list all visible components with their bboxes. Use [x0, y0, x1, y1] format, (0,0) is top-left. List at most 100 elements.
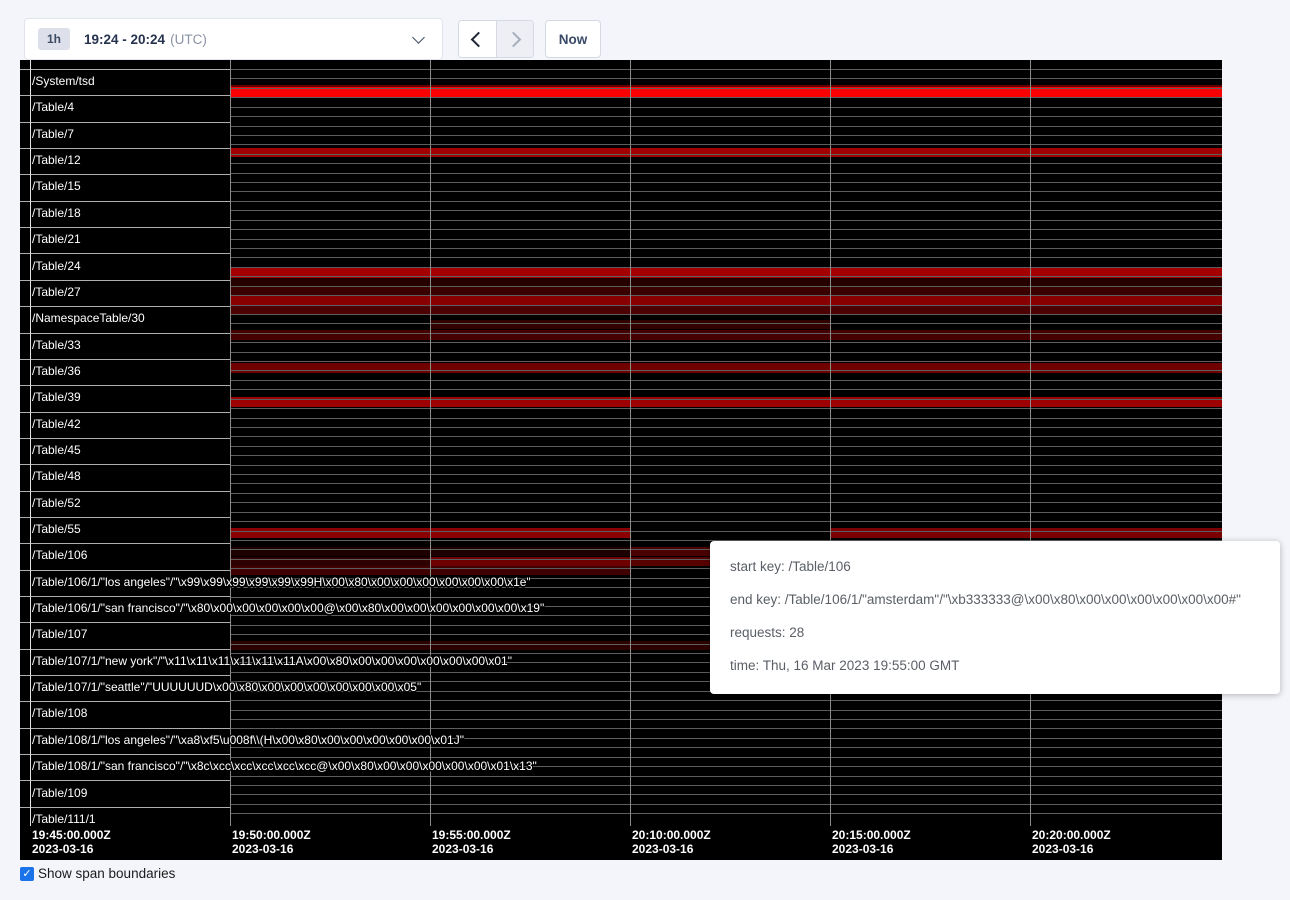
show-span-boundaries-checkbox[interactable]: ✓ [20, 867, 34, 881]
row-key-label: /Table/107/1/"new york"/"\x11\x11\x11\x1… [32, 654, 512, 668]
tooltip-end-key: end key: /Table/106/1/"amsterdam"/"\xb33… [730, 589, 1260, 610]
time-range-text: 19:24 - 20:24 [84, 32, 165, 47]
tick-date: 2023-03-16 [1032, 842, 1111, 856]
tick-date: 2023-03-16 [232, 842, 311, 856]
span-boundary-line [230, 239, 1222, 240]
show-span-boundaries-label: Show span boundaries [38, 866, 175, 881]
span-boundary-line [230, 502, 1222, 503]
tick-time: 20:10:00.000Z [632, 828, 711, 842]
row-key-label: /Table/109 [32, 786, 87, 800]
heat-bar [230, 148, 1222, 158]
tick-date: 2023-03-16 [32, 842, 111, 856]
row-key-label: /Table/15 [32, 179, 81, 193]
time-gridline [230, 60, 231, 826]
span-boundary-line [230, 719, 1222, 720]
row-key-label: /Table/7 [32, 127, 74, 141]
tick-time: 20:20:00.000Z [1032, 828, 1111, 842]
time-range-timezone: (UTC) [170, 32, 207, 47]
span-boundary-line [230, 474, 1222, 475]
span-boundary-line [230, 427, 1222, 428]
span-boundary-line [230, 408, 1222, 409]
span-boundary-line [230, 776, 1222, 777]
heat-bar [230, 296, 1222, 305]
span-boundary-line [230, 248, 1222, 249]
key-row-line [20, 201, 230, 202]
key-row-line [20, 359, 230, 360]
key-row-line [20, 622, 230, 623]
span-boundary-line [230, 286, 1222, 287]
tick-time: 19:45:00.000Z [32, 828, 111, 842]
key-row-line [20, 701, 230, 702]
span-boundary-line [230, 794, 1222, 795]
span-boundary-line [230, 493, 1222, 494]
span-boundary-line [230, 785, 1222, 786]
span-boundary-line [230, 455, 1222, 456]
span-boundary-line [230, 342, 1222, 343]
span-boundary-line [230, 521, 1222, 522]
now-button[interactable]: Now [545, 20, 601, 58]
row-key-label: /Table/33 [32, 338, 81, 352]
span-boundary-line [230, 418, 1222, 419]
span-boundary-line [230, 276, 1222, 277]
key-row-line [20, 95, 230, 96]
chevron-down-icon [412, 31, 425, 44]
row-key-label: /Table/107 [32, 627, 87, 641]
key-row-line [20, 438, 230, 439]
span-boundary-line [230, 512, 1222, 513]
span-boundary-line [230, 229, 1222, 230]
prev-time-button[interactable] [459, 21, 497, 57]
row-key-label: /Table/106/1/"los angeles"/"\x99\x99\x99… [32, 575, 531, 589]
row-key-label: /Table/39 [32, 390, 81, 404]
tick-time: 19:50:00.000Z [232, 828, 311, 842]
key-row-line [20, 570, 230, 571]
row-key-label: /Table/108 [32, 706, 87, 720]
span-boundary-line [230, 191, 1222, 192]
span-boundary-line [230, 728, 1222, 729]
next-time-button-disabled[interactable] [497, 21, 534, 57]
span-boundary-line [230, 144, 1222, 145]
span-boundary-line [230, 314, 1222, 315]
span-boundary-line [230, 446, 1222, 447]
key-row-line [20, 491, 230, 492]
time-nav-group [458, 20, 534, 58]
time-range-selector[interactable]: 1h 19:24 - 20:24 (UTC) [24, 18, 443, 60]
span-boundary-line [230, 173, 1222, 174]
key-row-line [20, 754, 230, 755]
key-row-line [20, 675, 230, 676]
key-row-line [20, 69, 230, 70]
tooltip-time: time: Thu, 16 Mar 2023 19:55:00 GMT [730, 655, 1260, 676]
span-boundary-line [230, 135, 1222, 136]
span-boundary-line [230, 323, 1222, 324]
heatmap-canvas[interactable]: /System/tsd/Table/4/Table/7/Table/12/Tab… [20, 60, 1222, 860]
key-row-line [20, 543, 230, 544]
key-row-line [20, 464, 230, 465]
row-key-label: /Table/108/1/"san francisco"/"\x8c\xcc\x… [32, 759, 537, 773]
span-boundary-line [230, 88, 1222, 89]
axis-tick-label: 20:20:00.000Z2023-03-16 [1032, 828, 1111, 856]
span-boundary-line [230, 126, 1222, 127]
row-key-label: /Table/21 [32, 232, 81, 246]
tick-date: 2023-03-16 [632, 842, 711, 856]
span-boundary-line [230, 182, 1222, 183]
span-boundary-line [230, 333, 1222, 334]
key-row-line [20, 596, 230, 597]
key-row-line [20, 148, 230, 149]
span-boundary-line [230, 710, 1222, 711]
heat-bar [830, 528, 1222, 538]
row-key-label: /Table/12 [32, 153, 81, 167]
span-boundary-line [230, 107, 1222, 108]
key-row-line [20, 227, 230, 228]
time-gridline [830, 60, 831, 826]
tick-time: 19:55:00.000Z [432, 828, 511, 842]
span-boundary-line [230, 163, 1222, 164]
row-key-label: /Table/52 [32, 496, 81, 510]
span-boundary-line [230, 257, 1222, 258]
key-row-line [20, 728, 230, 729]
axis-tick-label: 20:15:00.000Z2023-03-16 [832, 828, 911, 856]
row-key-label: /Table/106 [32, 548, 87, 562]
row-key-label: /System/tsd [32, 74, 95, 88]
tooltip-start-key: start key: /Table/106 [730, 556, 1260, 577]
span-boundary-line [230, 97, 1222, 98]
time-gridline [630, 60, 631, 826]
span-boundaries-row: ✓ Show span boundaries [20, 866, 175, 881]
